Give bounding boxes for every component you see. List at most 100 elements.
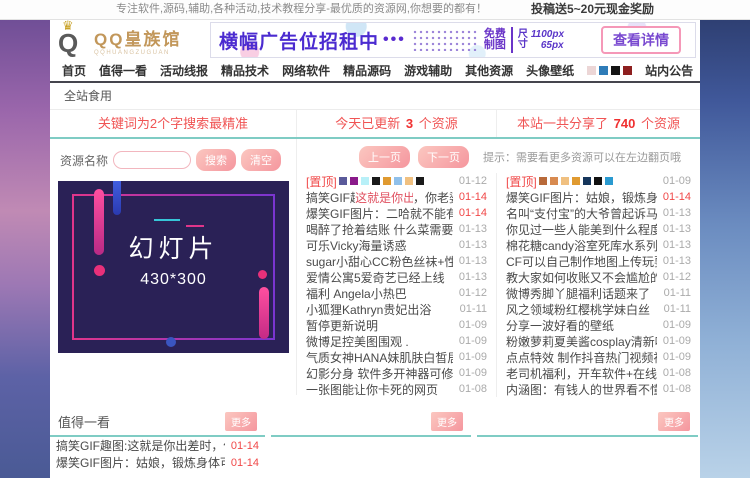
list-item[interactable]: 爆笑GIF图片：姑娘，锻炼身体可以，...01-14 — [497, 189, 700, 205]
list-item[interactable]: 爆笑GIF图片：二哈就不能有少女心？01-14 — [297, 205, 496, 221]
list-item-title: 小狐狸Kathryn贵妃出浴 — [306, 301, 431, 318]
next-page-button[interactable]: 下一页 — [418, 146, 469, 168]
list-item[interactable]: 搞笑GIF趣图:这就是你出差时，你老婆在家的01-14 — [50, 437, 265, 454]
list-item[interactable]: 棉花糖candy浴室死库水系列01-13 — [497, 237, 700, 253]
ad-banner[interactable]: 横幅广告位招租中 ••• 免费 制图 尺 寸 1100px 65px 查看详情 — [210, 22, 696, 58]
list-item[interactable]: 暂停更新说明01-09 — [297, 317, 496, 333]
list-item[interactable]: 风之领域粉红樱桃学妹白丝01-11 — [497, 301, 700, 317]
list-item[interactable]: CF可以自己制作地图上传玩耍了01-13 — [497, 253, 700, 269]
nav-item-2[interactable]: 活动线报 — [160, 62, 208, 79]
list-item[interactable]: 微博足控美图围观 .01-09 — [297, 333, 496, 349]
banner-size-label: 尺 寸 — [518, 30, 528, 50]
list-item[interactable]: 你见过一些人能美到什么程度？01-13 — [497, 221, 700, 237]
nav-item-0[interactable]: 首页 — [62, 62, 86, 79]
nav-item-1[interactable]: 值得一看 — [99, 62, 147, 79]
pinned-tag: [置顶] — [306, 173, 337, 190]
search-button[interactable]: 搜索 — [196, 149, 236, 171]
nav-item-6[interactable]: 游戏辅助 — [404, 62, 452, 79]
list-item[interactable]: 爱情公寓5爱奇艺已经上线01-13 — [297, 269, 496, 285]
bottom-list: 搞笑GIF趣图:这就是你出差时，你老婆在家的01-14爆笑GIF图片：姑娘，锻炼… — [50, 437, 265, 471]
list-item-title: 福利 Angela小热巴 — [306, 285, 407, 302]
nav-item-4[interactable]: 网络软件 — [282, 62, 330, 79]
list-item[interactable]: 气质女神HANA妹肌肤白皙居家撩人性...01-09 — [297, 349, 496, 365]
list-item-date: 01-13 — [459, 255, 487, 267]
logo-title: QQ皇族馆 — [94, 25, 181, 50]
list-item-date: 01-13 — [663, 223, 691, 235]
list-item[interactable]: 老司机福利，开车软件+在线地址01-08 — [497, 365, 700, 381]
banner-free-label: 免费 制图 — [484, 29, 506, 51]
list-item[interactable]: 名叫“支付宝”的大爷曾起诉马云，现...01-13 — [497, 205, 700, 221]
list-item[interactable]: 小狐狸Kathryn贵妃出浴01-11 — [297, 301, 496, 317]
list-item-title: 微博足控美图围观 . — [306, 333, 409, 350]
list-item[interactable]: 搞笑GIF趣图:这就是你出差时，你老婆...01-14 — [297, 189, 496, 205]
nav-item-notice[interactable]: 站内公告 — [645, 62, 693, 79]
decor-bar — [259, 287, 269, 339]
list-item[interactable]: 教大家如何收账又不会尴尬的套路01-12 — [497, 269, 700, 285]
list-item-date: 01-09 — [663, 319, 691, 331]
list-item[interactable]: 分享一波好看的壁纸01-09 — [497, 317, 700, 333]
banner-size-values: 1100px 65px — [531, 29, 564, 51]
nav-item-8[interactable]: 头像壁纸 — [526, 62, 574, 79]
list-item-date: 01-14 — [459, 207, 487, 219]
banner-title: 横幅广告位招租中 — [219, 27, 379, 54]
thumb-square-icon — [350, 177, 358, 185]
list-item[interactable]: sugar小甜心CC粉色丝袜+性感内衣01-13 — [297, 253, 496, 269]
search-input[interactable] — [113, 151, 191, 169]
nav-item-5[interactable]: 精品源码 — [343, 62, 391, 79]
dotted-pattern — [412, 29, 478, 51]
resource-list-middle: [置顶]01-12搞笑GIF趣图:这就是你出差时，你老婆...01-14爆笑GI… — [297, 173, 497, 397]
list-item[interactable]: 喝醉了抢着结账 什么菜需要15万01-13 — [297, 221, 496, 237]
clear-button[interactable]: 清空 — [241, 149, 281, 171]
slideshow-banner[interactable]: 幻灯片 430*300 — [58, 181, 289, 353]
logo-q-letter: Q — [58, 28, 78, 59]
pagination-hint: 提示：需要看更多资源可以在左边翻页哦 — [483, 149, 681, 165]
search-row: 资源名称 搜索 清空 — [50, 139, 296, 177]
list-item-date: 01-08 — [459, 383, 487, 395]
list-item[interactable]: [置顶] 01-12 — [297, 173, 496, 189]
nav-square-icon — [623, 66, 632, 75]
list-item-date: 01-13 — [663, 207, 691, 219]
list-item[interactable]: 福利 Angela小热巴01-12 — [297, 285, 496, 301]
more-button[interactable]: 更多 — [658, 412, 690, 431]
thumb-square-icon — [605, 177, 613, 185]
list-item[interactable]: 爆笑GIF图片：姑娘，锻炼身体可以，能不能线01-14 — [50, 454, 265, 471]
list-item-date: 01-11 — [664, 287, 691, 299]
list-item-date: 01-12 — [459, 175, 487, 187]
list-item-title: 爱情公寓5爱奇艺已经上线 — [306, 269, 445, 286]
prev-page-button[interactable]: 上一页 — [359, 146, 410, 168]
total-shared-title: 本站一共分享了 740 个资源 — [497, 110, 700, 137]
more-button[interactable]: 更多 — [225, 412, 257, 431]
thumb-square-icon — [339, 177, 347, 185]
bottom-column-header: 更多 — [477, 408, 698, 437]
list-item-title: 教大家如何收账又不会尴尬的套路 — [506, 269, 657, 286]
list-item[interactable]: 可乐Vicky海量诱惑01-13 — [297, 237, 496, 253]
background-left — [0, 18, 50, 478]
list-item[interactable]: 微博秀脚丫腿福利话题来了01-11 — [497, 285, 700, 301]
nav-item-7[interactable]: 其他资源 — [465, 62, 513, 79]
list-item[interactable]: 幻影分身 软件多开神器可修改定位01-09 — [297, 365, 496, 381]
submit-reward-link[interactable]: 投稿送5~20元现金奖励 — [531, 0, 654, 19]
thumb-square-icon — [361, 177, 369, 185]
bottom-section: 值得一看 更多 搞笑GIF趣图:这就是你出差时，你老婆在家的01-14爆笑GIF… — [50, 408, 700, 471]
site-logo[interactable]: ♛ Q QQ皇族馆 QQHUANGZUGUAN — [54, 22, 204, 58]
total-pre: 本站一共分享了 — [517, 116, 608, 131]
list-item[interactable]: 内涵图：有钱人的世界看不懂01-08 — [497, 381, 700, 397]
banner-dots: ••• — [383, 31, 406, 49]
banner-detail-button[interactable]: 查看详情 — [601, 26, 681, 54]
more-button[interactable]: 更多 — [431, 412, 463, 431]
list-item[interactable]: 粉嫩萝莉夏美酱cosplay清新唯美户外...01-09 — [497, 333, 700, 349]
list-item[interactable]: 一张图能让你卡死的网页01-08 — [297, 381, 496, 397]
list-item[interactable]: 点点特效 制作抖音热门视频神器01-09 — [497, 349, 700, 365]
list-item[interactable]: [置顶]01-09 — [497, 173, 700, 189]
list-item-title: 搞笑GIF趣图:这就是你出差时，你老婆... — [306, 189, 453, 206]
list-item-date: 01-09 — [663, 335, 691, 347]
nav-item-3[interactable]: 精品技术 — [221, 62, 269, 79]
list-item-title: 暂停更新说明 — [306, 317, 378, 334]
background-right — [700, 18, 750, 478]
list-item-date: 01-08 — [663, 383, 691, 395]
list-item-date: 01-14 — [231, 440, 259, 452]
bottom-column-3: 更多 — [477, 408, 698, 471]
search-section-title: 关键词为2个字搜索最精准 — [50, 110, 297, 137]
banner-size-char2: 寸 — [518, 40, 528, 50]
resource-lists: [置顶]01-12搞笑GIF趣图:这就是你出差时，你老婆...01-14爆笑GI… — [297, 173, 700, 397]
